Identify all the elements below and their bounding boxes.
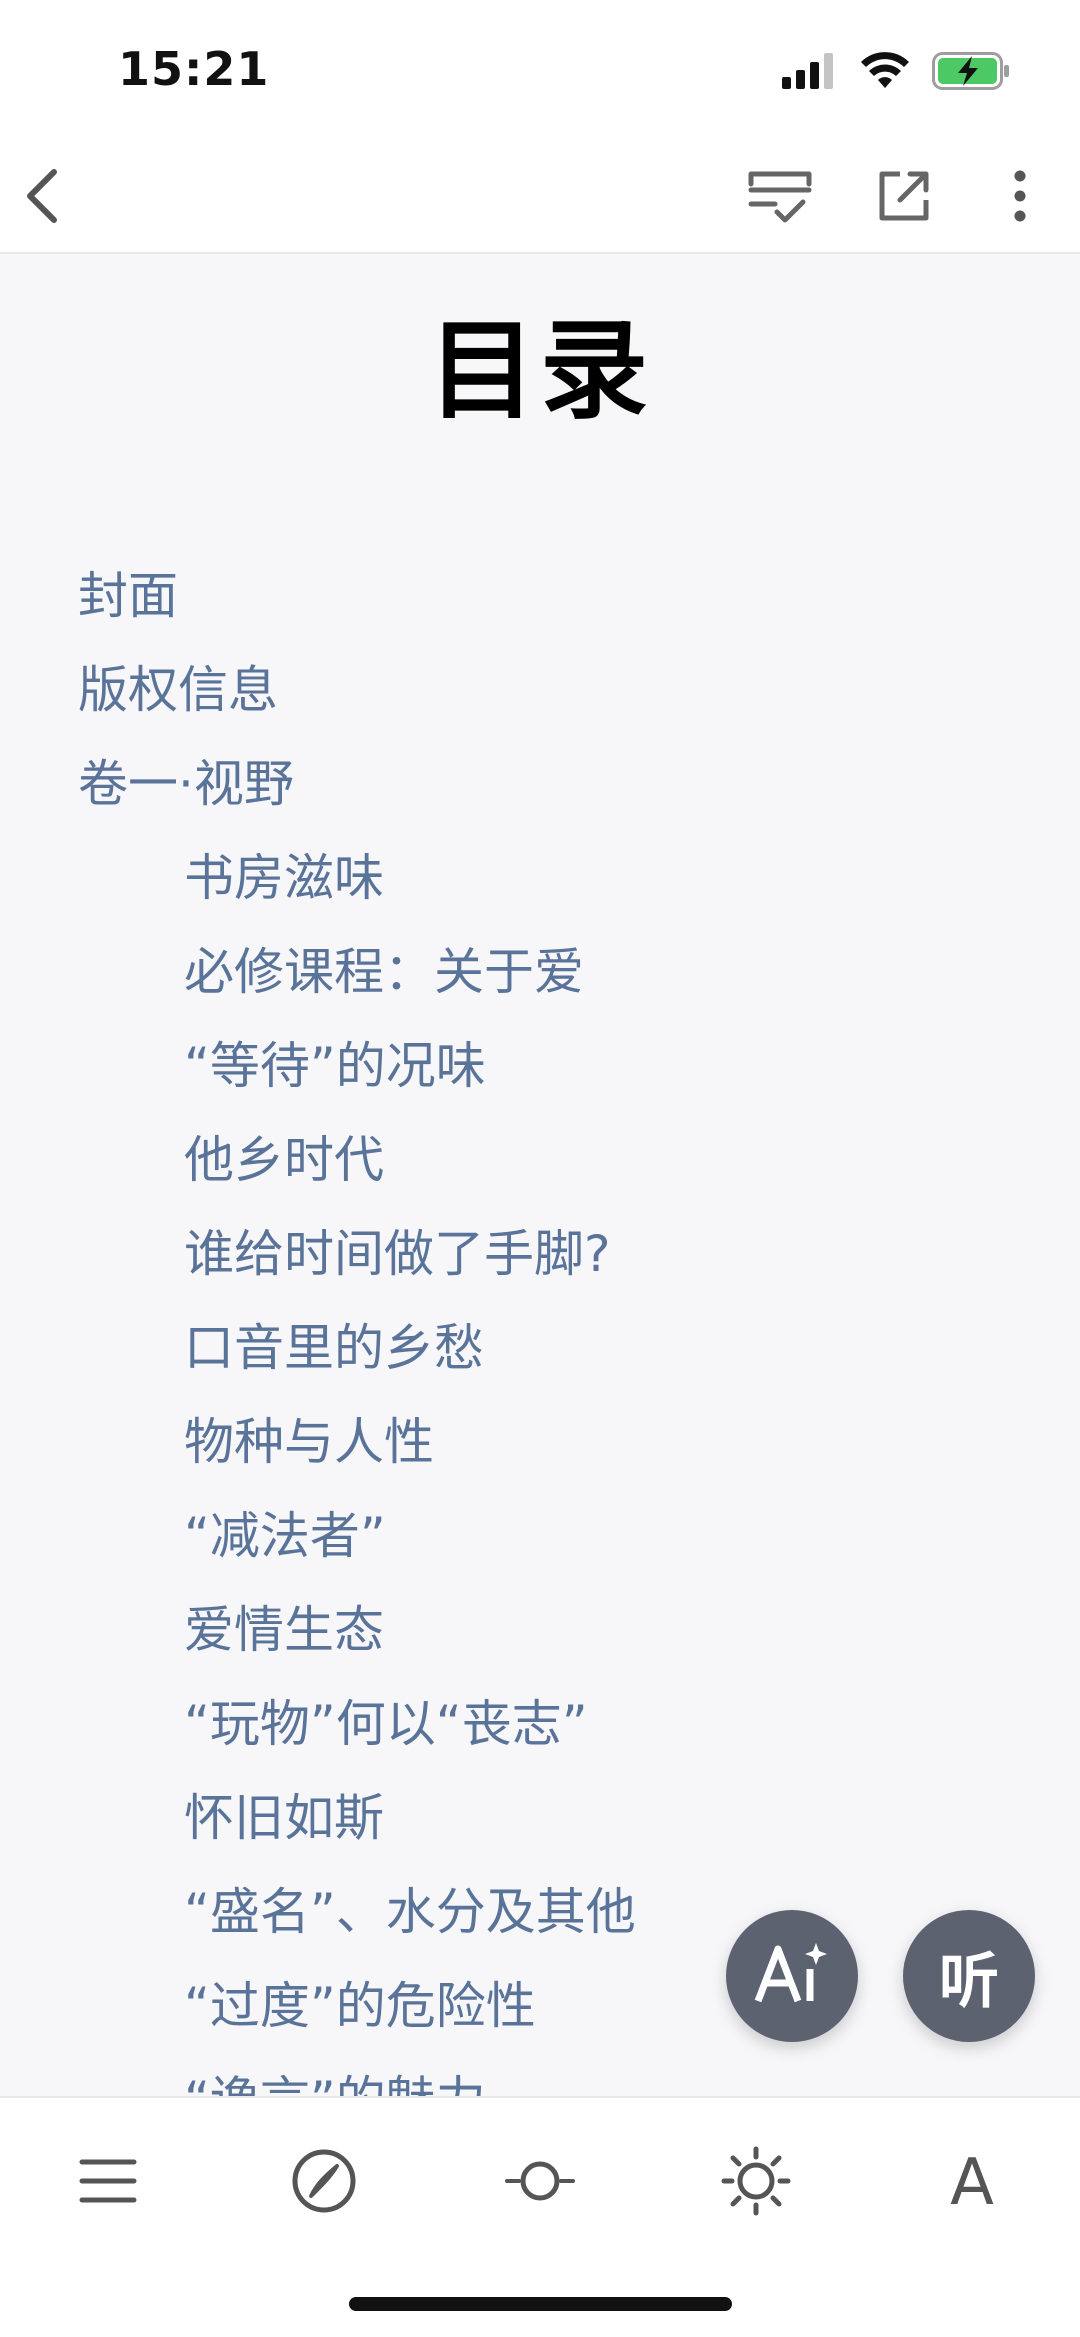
toc-item[interactable]: “等待”的况味 <box>0 1019 1080 1113</box>
toc-item[interactable]: “谗言”的魅力 <box>0 2053 1080 2096</box>
status-bar: 15:21 <box>0 0 1080 140</box>
listen-label: 听 <box>939 1946 999 2017</box>
toc-item[interactable]: 怀旧如斯 <box>0 1771 1080 1865</box>
battery-charging-icon <box>932 52 1010 94</box>
toc-list: 封面 版权信息 卷一·视野 书房滋味 必修课程：关于爱 “等待”的况味 他乡时代 谁给时间做了… <box>0 549 1080 2096</box>
toc-title: 目录 <box>427 309 652 434</box>
cellular-signal-icon <box>782 53 838 93</box>
toc-content: 目录 封面 版权信息 卷一·视野 书房滋味 必修课程：关于爱 “等待”的况味 他乡时代 谁给时… <box>0 254 1080 2096</box>
toc-item[interactable]: 他乡时代 <box>0 1113 1080 1207</box>
brightness-button[interactable] <box>706 2138 806 2228</box>
ai-assistant-button[interactable] <box>726 1910 858 2042</box>
discover-button[interactable] <box>274 2138 374 2228</box>
toc-item[interactable]: 口音里的乡愁 <box>0 1301 1080 1395</box>
chevron-left-icon <box>20 166 64 230</box>
notes-button[interactable] <box>740 160 820 236</box>
font-label: A <box>950 2146 994 2220</box>
toc-item[interactable]: 版权信息 <box>0 643 1080 737</box>
menu-icon <box>78 2156 138 2210</box>
more-vertical-icon <box>1010 168 1030 228</box>
reader-screen: 15:21 目录 封面 版权信息 卷一·视野 书房滋味 必修课程：关于爱 “等待… <box>0 0 1080 2337</box>
home-indicator[interactable] <box>349 2297 732 2311</box>
compass-icon <box>291 2148 357 2218</box>
toc-item[interactable]: 物种与人性 <box>0 1395 1080 1489</box>
toc-item[interactable]: 爱情生态 <box>0 1583 1080 1677</box>
progress-slider-icon <box>505 2156 575 2210</box>
status-icons <box>782 48 1010 98</box>
listen-button[interactable]: 听 <box>903 1910 1035 2042</box>
nav-bar <box>0 140 1080 254</box>
status-time: 15:21 <box>118 42 270 96</box>
notes-check-icon <box>745 166 815 230</box>
toc-item[interactable]: 谁给时间做了手脚? <box>0 1207 1080 1301</box>
toc-item[interactable]: 必修课程：关于爱 <box>0 925 1080 1019</box>
font-settings-button[interactable]: A <box>922 2138 1022 2228</box>
share-button[interactable] <box>866 160 942 236</box>
toc-item[interactable]: “玩物”何以“丧志” <box>0 1677 1080 1771</box>
toc-item[interactable]: 卷一·视野 <box>0 737 1080 831</box>
more-button[interactable] <box>982 160 1058 236</box>
toc-item[interactable]: 书房滋味 <box>0 831 1080 925</box>
progress-button[interactable] <box>490 2138 590 2228</box>
toc-menu-button[interactable] <box>58 2138 158 2228</box>
brightness-icon <box>721 2146 791 2220</box>
wifi-icon <box>860 52 910 94</box>
back-button[interactable] <box>4 160 80 236</box>
external-share-icon <box>874 166 934 230</box>
ai-sparkle-icon <box>752 1939 832 2013</box>
toc-item[interactable]: 封面 <box>0 549 1080 643</box>
toc-item[interactable]: “减法者” <box>0 1489 1080 1583</box>
